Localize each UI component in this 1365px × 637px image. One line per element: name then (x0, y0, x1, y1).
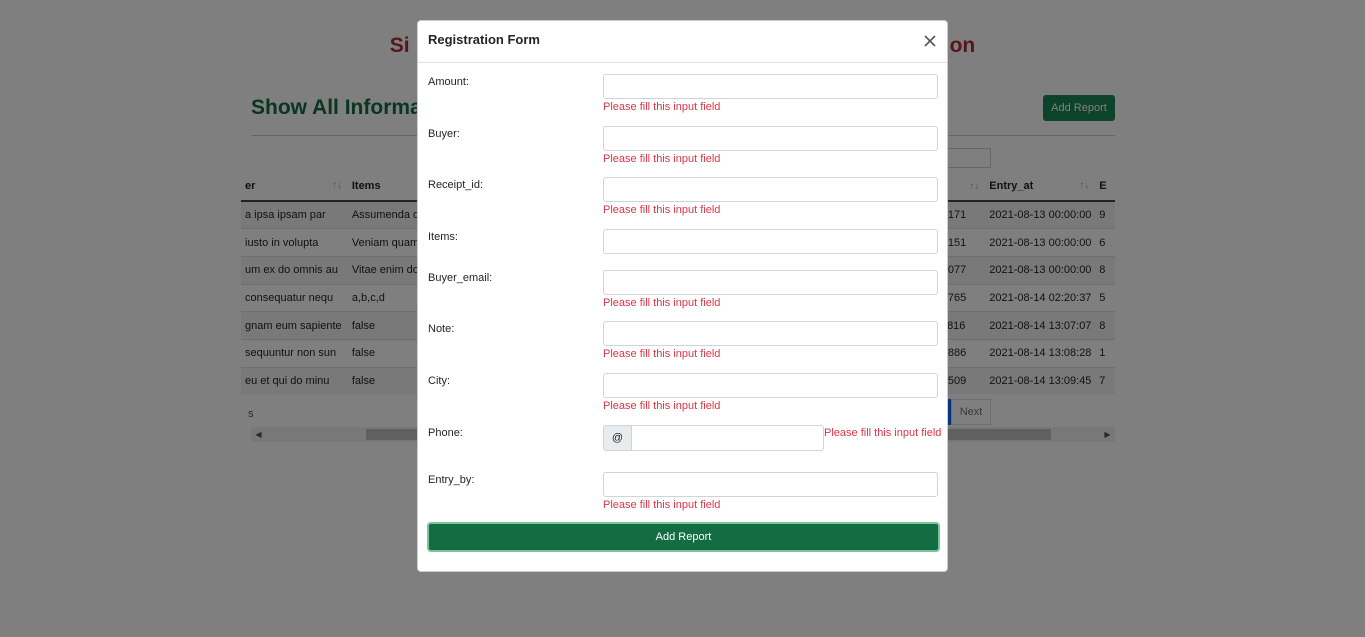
phone-error: Please fill this input field (824, 427, 942, 439)
phone-prefix: @ (603, 425, 632, 451)
amount-input[interactable] (603, 74, 938, 99)
add-report-submit-button[interactable]: Add Report (427, 522, 940, 552)
close-icon (924, 35, 936, 47)
buyer-email-input[interactable] (603, 270, 938, 295)
phone-input[interactable] (631, 425, 824, 451)
entry-by-input[interactable] (603, 472, 938, 497)
phone-label: Phone: (428, 427, 463, 439)
note-input[interactable] (603, 321, 938, 346)
items-input[interactable] (603, 229, 938, 254)
modal-header: Registration Form (418, 21, 947, 63)
buyer-label: Buyer: (428, 128, 460, 140)
receipt-id-label: Receipt_id: (428, 179, 484, 191)
items-label: Items: (428, 231, 458, 243)
receipt-id-input[interactable] (603, 177, 938, 202)
city-error: Please fill this input field (603, 400, 721, 412)
buyer-input[interactable] (603, 126, 938, 151)
city-label: City: (428, 375, 450, 387)
receipt-id-error: Please fill this input field (603, 204, 721, 216)
buyer-email-label: Buyer_email: (428, 272, 493, 284)
note-error: Please fill this input field (603, 348, 721, 360)
city-input[interactable] (603, 373, 938, 398)
amount-error: Please fill this input field (603, 101, 721, 113)
close-button[interactable] (921, 32, 939, 50)
buyer-email-error: Please fill this input field (603, 297, 721, 309)
buyer-error: Please fill this input field (603, 153, 721, 165)
entry-by-error: Please fill this input field (603, 499, 721, 511)
note-label: Note: (428, 323, 455, 335)
registration-modal: Registration Form Amount: Please fill th… (417, 20, 948, 572)
modal-title: Registration Form (428, 32, 540, 47)
amount-label: Amount: (428, 76, 469, 88)
entry-by-label: Entry_by: (428, 474, 475, 486)
